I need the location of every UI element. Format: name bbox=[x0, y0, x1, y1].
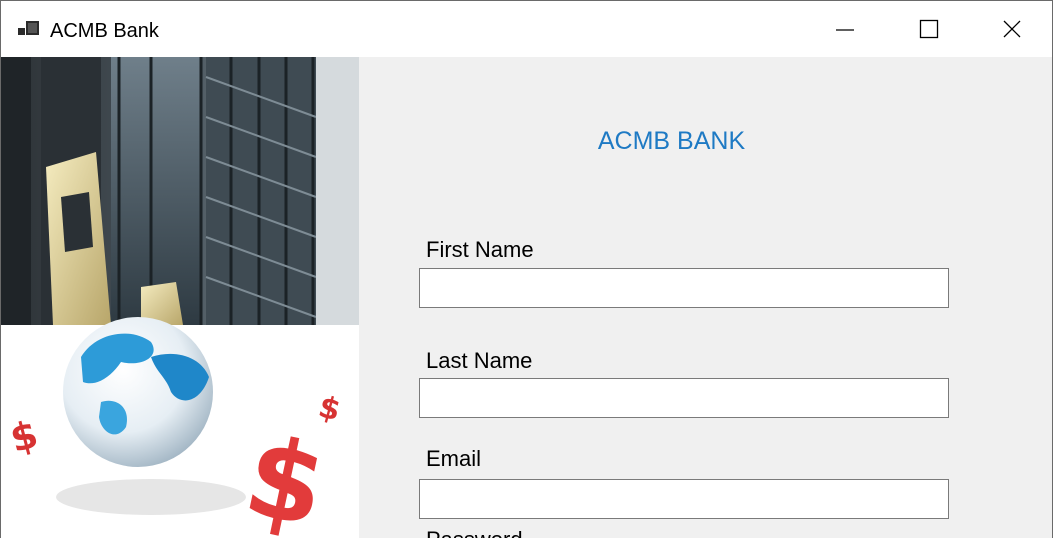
first-name-label: First Name bbox=[426, 237, 534, 262]
title-bar[interactable]: ACMB Bank bbox=[1, 1, 1052, 57]
minimize-button[interactable] bbox=[803, 1, 887, 57]
registration-form: ACMB BANK First Name Last Name Email Pas… bbox=[359, 57, 1052, 538]
close-button[interactable] bbox=[970, 1, 1052, 57]
password-label: Password bbox=[426, 527, 523, 538]
app-window: ACMB Bank $ $ $ ACMB BANK First Name Las… bbox=[0, 0, 1053, 538]
last-name-input[interactable] bbox=[419, 378, 949, 418]
maximize-icon bbox=[919, 19, 939, 39]
last-name-label: Last Name bbox=[426, 348, 533, 373]
bank-illustration: $ $ $ bbox=[1, 57, 359, 538]
maximize-button[interactable] bbox=[887, 1, 971, 57]
minimize-icon bbox=[836, 29, 854, 31]
email-input[interactable] bbox=[419, 479, 949, 519]
app-window-icon bbox=[18, 21, 39, 35]
first-name-input[interactable] bbox=[419, 268, 949, 308]
window-title: ACMB Bank bbox=[50, 20, 159, 42]
close-icon bbox=[1003, 20, 1021, 38]
form-heading: ACMB BANK bbox=[597, 127, 746, 155]
email-label: Email bbox=[426, 446, 482, 471]
